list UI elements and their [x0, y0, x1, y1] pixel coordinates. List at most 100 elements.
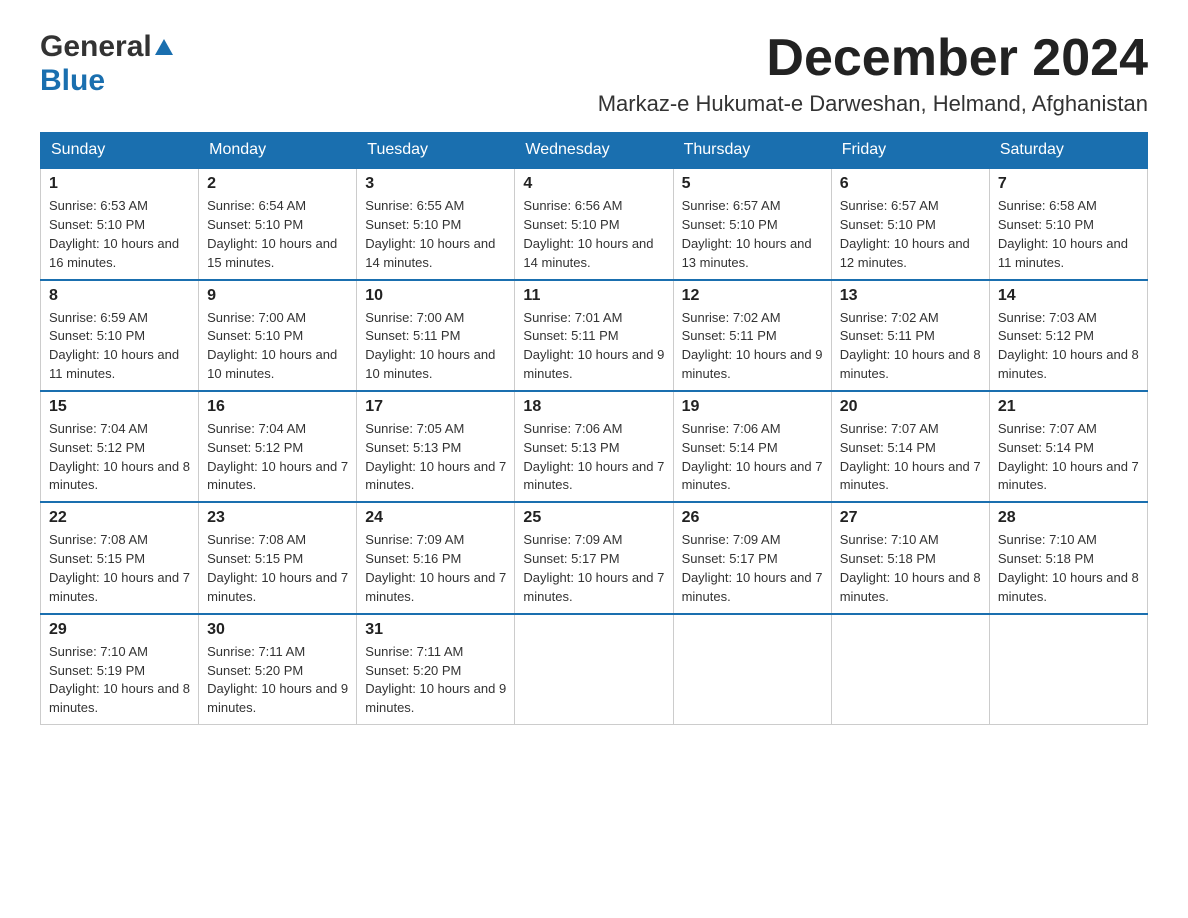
day-number: 26	[682, 509, 823, 527]
table-row: 18Sunrise: 7:06 AMSunset: 5:13 PMDayligh…	[515, 391, 673, 502]
day-number: 30	[207, 621, 348, 639]
day-info: Sunrise: 6:55 AMSunset: 5:10 PMDaylight:…	[365, 197, 506, 272]
table-row: 31 Sunrise: 7:11 AMSunset: 5:20 PMDayligh…	[357, 614, 515, 725]
table-row: 16 Sunrise: 7:04 AMSunset: 5:12 PMDayligh…	[199, 391, 357, 502]
day-info: Sunrise: 6:59 AMSunset: 5:10 PMDaylight:…	[49, 309, 190, 384]
day-info: Sunrise: 7:04 AMSunset: 5:12 PMDaylight:…	[207, 420, 348, 495]
day-number: 28	[998, 509, 1139, 527]
day-number: 7	[998, 175, 1139, 193]
calendar-week-row: 15 Sunrise: 7:04 AMSunset: 5:12 PMDayligh…	[41, 391, 1148, 502]
table-row: 14Sunrise: 7:03 AMSunset: 5:12 PMDayligh…	[989, 280, 1147, 391]
calendar-header-row: Sunday Monday Tuesday Wednesday Thursday…	[41, 133, 1148, 169]
table-row: 1 Sunrise: 6:53 AMSunset: 5:10 PMDaylight…	[41, 168, 199, 279]
day-number: 11	[523, 287, 664, 305]
table-row: 29 Sunrise: 7:10 AMSunset: 5:19 PMDayligh…	[41, 614, 199, 725]
day-info: Sunrise: 6:57 AMSunset: 5:10 PMDaylight:…	[840, 197, 981, 272]
day-number: 25	[523, 509, 664, 527]
day-info: Sunrise: 7:10 AMSunset: 5:18 PMDaylight:…	[998, 531, 1139, 606]
table-row: 17Sunrise: 7:05 AMSunset: 5:13 PMDayligh…	[357, 391, 515, 502]
table-row: 30Sunrise: 7:11 AMSunset: 5:20 PMDayligh…	[199, 614, 357, 725]
col-saturday: Saturday	[989, 133, 1147, 169]
table-row: 28 Sunrise: 7:10 AMSunset: 5:18 PMDayligh…	[989, 502, 1147, 613]
table-row: 27Sunrise: 7:10 AMSunset: 5:18 PMDayligh…	[831, 502, 989, 613]
table-row: 19 Sunrise: 7:06 AMSunset: 5:14 PMDayligh…	[673, 391, 831, 502]
day-info: Sunrise: 7:06 AMSunset: 5:14 PMDaylight:…	[682, 420, 823, 495]
day-number: 23	[207, 509, 348, 527]
day-number: 24	[365, 509, 506, 527]
table-row: 22 Sunrise: 7:08 AMSunset: 5:15 PMDayligh…	[41, 502, 199, 613]
day-info: Sunrise: 7:09 AMSunset: 5:17 PMDaylight:…	[682, 531, 823, 606]
day-info: Sunrise: 7:00 AMSunset: 5:11 PMDaylight:…	[365, 309, 506, 384]
day-number: 8	[49, 287, 190, 305]
calendar-week-row: 22 Sunrise: 7:08 AMSunset: 5:15 PMDayligh…	[41, 502, 1148, 613]
day-number: 10	[365, 287, 506, 305]
logo-general: General	[40, 30, 173, 64]
day-number: 29	[49, 621, 190, 639]
day-info: Sunrise: 7:02 AMSunset: 5:11 PMDaylight:…	[840, 309, 981, 384]
day-number: 22	[49, 509, 190, 527]
table-row: 13Sunrise: 7:02 AMSunset: 5:11 PMDayligh…	[831, 280, 989, 391]
table-row: 10 Sunrise: 7:00 AMSunset: 5:11 PMDayligh…	[357, 280, 515, 391]
day-number: 2	[207, 175, 348, 193]
table-row: 12Sunrise: 7:02 AMSunset: 5:11 PMDayligh…	[673, 280, 831, 391]
day-number: 19	[682, 398, 823, 416]
table-row: 7 Sunrise: 6:58 AMSunset: 5:10 PMDaylight…	[989, 168, 1147, 279]
table-row: 9Sunrise: 7:00 AMSunset: 5:10 PMDaylight…	[199, 280, 357, 391]
table-row: 21 Sunrise: 7:07 AMSunset: 5:14 PMDayligh…	[989, 391, 1147, 502]
calendar-table: Sunday Monday Tuesday Wednesday Thursday…	[40, 132, 1148, 725]
day-info: Sunrise: 7:08 AMSunset: 5:15 PMDaylight:…	[49, 531, 190, 606]
day-info: Sunrise: 7:00 AMSunset: 5:10 PMDaylight:…	[207, 309, 348, 384]
table-row	[831, 614, 989, 725]
table-row: 4 Sunrise: 6:56 AMSunset: 5:10 PMDaylight…	[515, 168, 673, 279]
calendar-week-row: 1 Sunrise: 6:53 AMSunset: 5:10 PMDaylight…	[41, 168, 1148, 279]
logo-blue-text: Blue	[40, 64, 105, 98]
table-row: 3 Sunrise: 6:55 AMSunset: 5:10 PMDaylight…	[357, 168, 515, 279]
col-monday: Monday	[199, 133, 357, 169]
table-row: 15 Sunrise: 7:04 AMSunset: 5:12 PMDayligh…	[41, 391, 199, 502]
logo-triangle-icon	[155, 39, 173, 55]
location-subtitle: Markaz-e Hukumat-e Darweshan, Helmand, A…	[598, 91, 1148, 117]
col-thursday: Thursday	[673, 133, 831, 169]
day-info: Sunrise: 7:09 AMSunset: 5:17 PMDaylight:…	[523, 531, 664, 606]
table-row	[989, 614, 1147, 725]
day-info: Sunrise: 6:56 AMSunset: 5:10 PMDaylight:…	[523, 197, 664, 272]
col-tuesday: Tuesday	[357, 133, 515, 169]
month-title: December 2024	[598, 30, 1148, 87]
day-number: 4	[523, 175, 664, 193]
day-info: Sunrise: 6:57 AMSunset: 5:10 PMDaylight:…	[682, 197, 823, 272]
table-row: 25 Sunrise: 7:09 AMSunset: 5:17 PMDayligh…	[515, 502, 673, 613]
day-number: 16	[207, 398, 348, 416]
page-header: General Blue December 2024 Markaz-e Huku…	[40, 30, 1148, 117]
day-info: Sunrise: 7:06 AMSunset: 5:13 PMDaylight:…	[523, 420, 664, 495]
day-info: Sunrise: 7:08 AMSunset: 5:15 PMDaylight:…	[207, 531, 348, 606]
table-row: 11Sunrise: 7:01 AMSunset: 5:11 PMDayligh…	[515, 280, 673, 391]
day-info: Sunrise: 7:07 AMSunset: 5:14 PMDaylight:…	[998, 420, 1139, 495]
day-number: 15	[49, 398, 190, 416]
day-number: 6	[840, 175, 981, 193]
day-number: 12	[682, 287, 823, 305]
day-info: Sunrise: 7:09 AMSunset: 5:16 PMDaylight:…	[365, 531, 506, 606]
table-row	[673, 614, 831, 725]
table-row: 23 Sunrise: 7:08 AMSunset: 5:15 PMDayligh…	[199, 502, 357, 613]
day-info: Sunrise: 6:58 AMSunset: 5:10 PMDaylight:…	[998, 197, 1139, 272]
table-row	[515, 614, 673, 725]
day-number: 31	[365, 621, 506, 639]
day-info: Sunrise: 6:54 AMSunset: 5:10 PMDaylight:…	[207, 197, 348, 272]
day-info: Sunrise: 6:53 AMSunset: 5:10 PMDaylight:…	[49, 197, 190, 272]
day-number: 3	[365, 175, 506, 193]
title-section: December 2024 Markaz-e Hukumat-e Darwesh…	[598, 30, 1148, 117]
table-row: 24 Sunrise: 7:09 AMSunset: 5:16 PMDayligh…	[357, 502, 515, 613]
table-row: 26 Sunrise: 7:09 AMSunset: 5:17 PMDayligh…	[673, 502, 831, 613]
day-number: 27	[840, 509, 981, 527]
day-info: Sunrise: 7:11 AMSunset: 5:20 PMDaylight:…	[365, 643, 506, 718]
logo-general-text: General	[40, 30, 152, 64]
col-wednesday: Wednesday	[515, 133, 673, 169]
day-number: 1	[49, 175, 190, 193]
col-sunday: Sunday	[41, 133, 199, 169]
day-number: 5	[682, 175, 823, 193]
day-info: Sunrise: 7:04 AMSunset: 5:12 PMDaylight:…	[49, 420, 190, 495]
day-number: 17	[365, 398, 506, 416]
day-info: Sunrise: 7:10 AMSunset: 5:19 PMDaylight:…	[49, 643, 190, 718]
table-row: 20Sunrise: 7:07 AMSunset: 5:14 PMDayligh…	[831, 391, 989, 502]
day-number: 21	[998, 398, 1139, 416]
